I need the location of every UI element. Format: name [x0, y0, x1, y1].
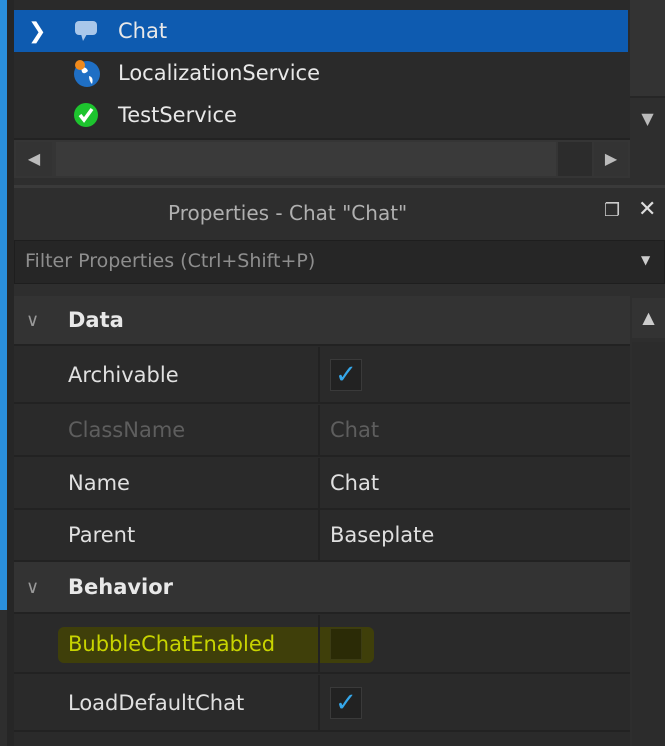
- category-data[interactable]: ∨ Data: [14, 296, 630, 346]
- loaddefaultchat-checkbox[interactable]: ✓: [330, 686, 362, 719]
- explorer-item-testservice[interactable]: TestService: [14, 94, 628, 136]
- scroll-track[interactable]: [630, 0, 665, 98]
- left-edge-accent: [0, 0, 7, 610]
- explorer-item-label: Chat: [118, 19, 168, 43]
- parent-value-field[interactable]: Baseplate: [330, 523, 434, 547]
- bubblechatenabled-checkbox[interactable]: [330, 627, 362, 660]
- category-behavior[interactable]: ∨ Behavior: [14, 562, 630, 614]
- explorer-item-label: TestService: [118, 103, 237, 127]
- globe-icon: [72, 59, 100, 87]
- property-name: Parent: [68, 523, 136, 547]
- explorer-tree: ❯ Chat LocalizationService TestService: [14, 0, 630, 138]
- scroll-left-arrow-icon[interactable]: ◀: [16, 142, 52, 176]
- scroll-down-arrow-icon[interactable]: ▼: [630, 100, 665, 138]
- property-name: LoadDefaultChat: [68, 690, 245, 715]
- property-name: Archivable: [68, 362, 179, 387]
- properties-title: Properties - Chat "Chat": [168, 201, 408, 225]
- green-check-icon: [72, 101, 100, 129]
- dropdown-arrow-icon[interactable]: ▼: [641, 253, 650, 267]
- explorer-horizontal-scrollbar[interactable]: ◀ ▶: [14, 138, 630, 178]
- properties-grid: ∨ Data Archivable ✓ ClassName Chat Name …: [14, 296, 630, 746]
- close-icon[interactable]: ✕: [638, 197, 656, 222]
- scroll-up-arrow-icon[interactable]: ▲: [632, 298, 665, 338]
- scroll-track: [558, 142, 592, 176]
- expand-chevron-icon[interactable]: ❯: [28, 19, 46, 44]
- explorer-item-localizationservice[interactable]: LocalizationService: [14, 52, 628, 94]
- filter-placeholder: Filter Properties (Ctrl+Shift+P): [25, 250, 316, 272]
- property-row-archivable[interactable]: Archivable ✓: [14, 347, 630, 404]
- property-name: Name: [68, 471, 130, 495]
- panel-gap: [7, 0, 14, 746]
- property-row-classname: ClassName Chat: [14, 405, 630, 457]
- property-row-parent[interactable]: Parent Baseplate: [14, 510, 630, 562]
- category-label: Behavior: [68, 575, 174, 599]
- scroll-thumb[interactable]: [56, 142, 556, 176]
- scroll-right-arrow-icon[interactable]: ▶: [594, 142, 628, 176]
- property-name: ClassName: [68, 418, 186, 442]
- scroll-track[interactable]: [632, 342, 665, 746]
- chat-bubble-icon: [72, 17, 100, 45]
- properties-title-bar: Properties - Chat "Chat" ❐ ✕: [14, 185, 665, 239]
- undock-icon[interactable]: ❐: [604, 200, 620, 221]
- name-value-field[interactable]: Chat: [330, 471, 379, 495]
- category-label: Data: [68, 308, 124, 332]
- property-row-loaddefaultchat[interactable]: LoadDefaultChat ✓: [14, 675, 630, 732]
- explorer-vertical-scrollbar[interactable]: ▼: [630, 0, 665, 138]
- archivable-checkbox[interactable]: ✓: [330, 358, 362, 391]
- property-name: BubbleChatEnabled: [68, 631, 276, 656]
- properties-vertical-scrollbar[interactable]: ▲: [632, 296, 665, 746]
- collapse-chevron-icon[interactable]: ∨: [26, 577, 39, 598]
- explorer-item-chat[interactable]: ❯ Chat: [14, 10, 628, 52]
- collapse-chevron-icon[interactable]: ∨: [26, 310, 39, 331]
- filter-properties-input[interactable]: Filter Properties (Ctrl+Shift+P) ▼: [14, 240, 665, 284]
- explorer-item-label: LocalizationService: [118, 61, 320, 85]
- property-row-name[interactable]: Name Chat: [14, 458, 630, 510]
- property-row-bubblechatenabled[interactable]: BubbleChatEnabled: [14, 615, 630, 674]
- property-value: Chat: [330, 418, 380, 442]
